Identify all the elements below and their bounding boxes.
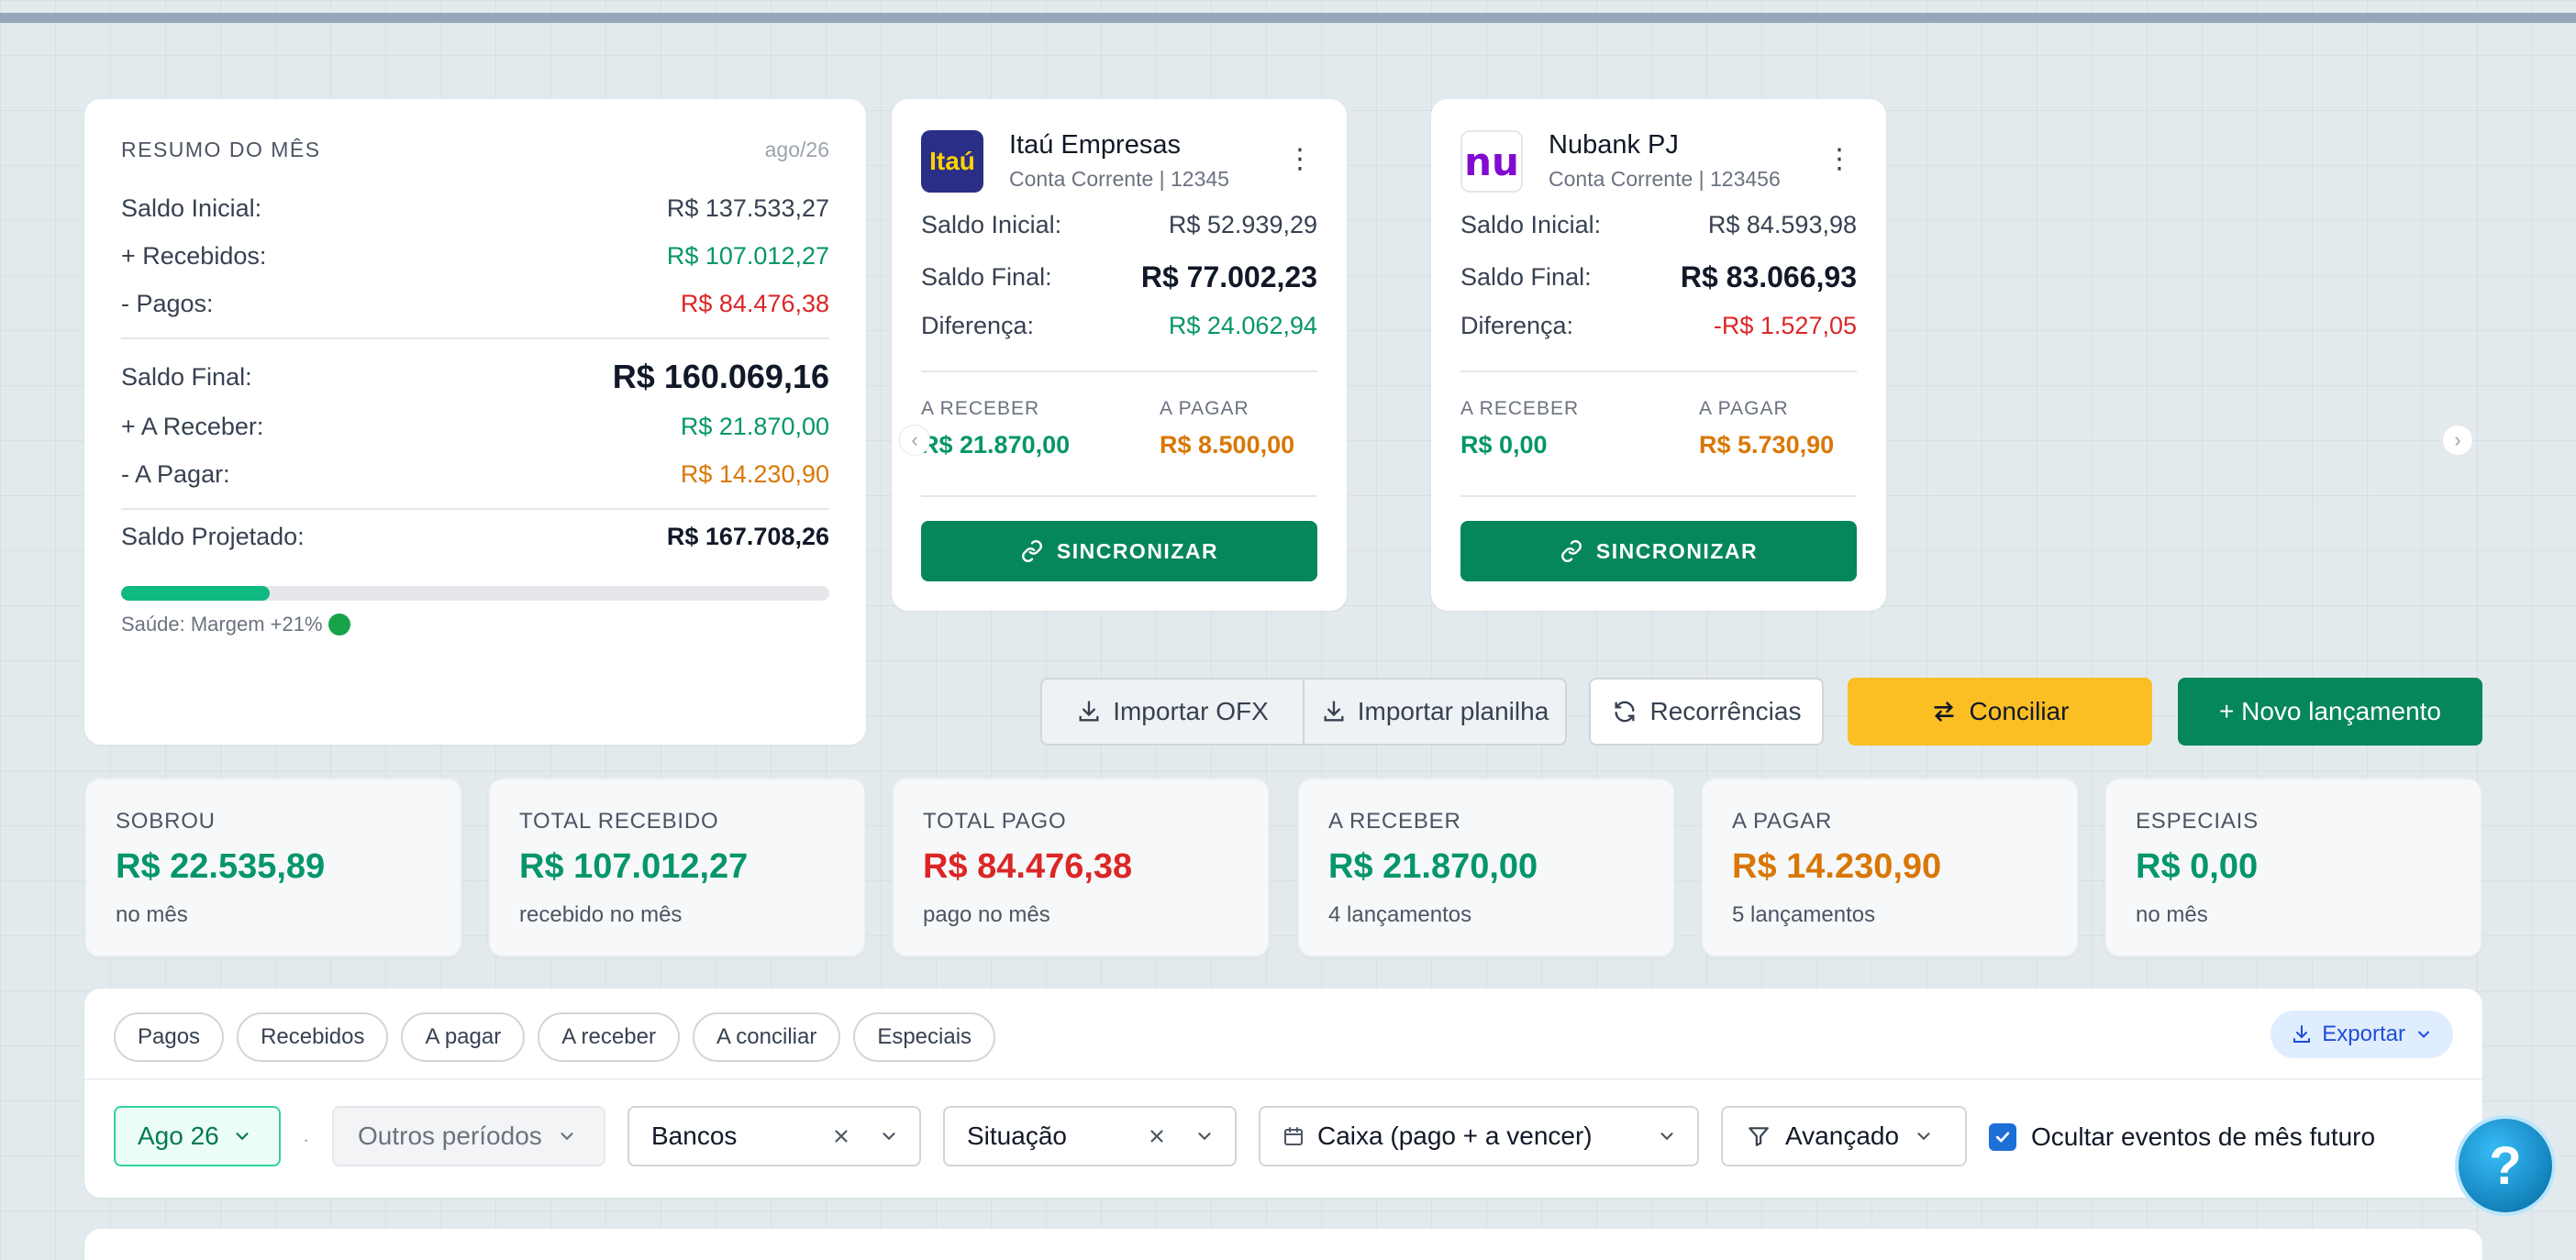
chip-received[interactable]: Recebidos	[237, 1012, 389, 1062]
bank-final-balance: Saldo Final: R$ 83.066,93	[1460, 260, 1857, 293]
cash-mode-select[interactable]: Caixa (pago + a vencer)	[1259, 1106, 1699, 1166]
chip-to-pay[interactable]: A pagar	[401, 1012, 526, 1062]
bank-difference: Diferença: -R$ 1.527,05	[1460, 312, 1857, 339]
chevron-down-icon	[232, 1126, 252, 1146]
link-icon	[1020, 539, 1044, 563]
checkbox-checked-icon[interactable]	[1989, 1123, 2016, 1151]
filter-icon	[1747, 1124, 1771, 1148]
help-button[interactable]: ?	[2455, 1115, 2556, 1216]
bank-account: Conta Corrente | 12345	[1009, 167, 1229, 191]
summary-row-to-pay: - A Pagar: R$ 14.230,90	[121, 460, 829, 488]
period-select[interactable]: Ago 26	[114, 1106, 281, 1166]
bank-card-nubank: nu Nubank PJ Conta Corrente | 123456 ⋮ S…	[1431, 99, 1886, 611]
clear-icon[interactable]	[1147, 1126, 1167, 1146]
clear-icon[interactable]	[831, 1126, 851, 1146]
bank-difference: Diferença: R$ 24.062,94	[921, 312, 1317, 339]
health-progress-fill	[121, 586, 271, 601]
bank-to-pay: A PAGAR R$ 5.730,90	[1699, 398, 1835, 459]
stat-card-total-received: TOTAL RECEBIDO R$ 107.012,27 recebido no…	[488, 778, 866, 957]
bank-to-receive: A RECEBER R$ 0,00	[1460, 398, 1580, 459]
bank-name: Nubank PJ	[1549, 130, 1679, 160]
export-button[interactable]: Exportar	[2271, 1011, 2453, 1058]
reconcile-button[interactable]: Conciliar	[1848, 678, 2152, 746]
itau-logo: Itaú	[921, 130, 983, 193]
new-entry-button[interactable]: + Novo lançamento	[2178, 678, 2482, 746]
chevron-down-icon	[557, 1126, 577, 1146]
chevron-down-icon	[1914, 1126, 1934, 1146]
refresh-icon	[1612, 699, 1638, 724]
stat-card-total-paid: TOTAL PAGO R$ 84.476,38 pago no mês	[892, 778, 1270, 957]
summary-row-to-receive: + A Receber: R$ 21.870,00	[121, 413, 829, 440]
carousel-prev-button[interactable]: ‹	[899, 425, 930, 456]
download-icon	[1321, 699, 1347, 724]
other-periods-select[interactable]: Outros períodos	[332, 1106, 605, 1166]
bank-divider	[921, 495, 1317, 497]
health-status: Saúde: Margem +21%	[121, 613, 350, 636]
bank-final-balance: Saldo Final: R$ 77.002,23	[921, 260, 1317, 293]
summary-divider	[121, 337, 829, 339]
bank-to-receive: A RECEBER R$ 21.870,00	[921, 398, 1071, 459]
health-indicator-icon	[328, 613, 350, 636]
advanced-filter-button[interactable]: Avançado	[1721, 1106, 1967, 1166]
sync-button-nubank[interactable]: SINCRONIZAR	[1460, 521, 1857, 581]
stat-card-special: ESPECIAIS R$ 0,00 no mês	[2104, 778, 2482, 957]
import-button-group: Importar OFX Importar planilha	[1040, 678, 1567, 746]
chip-paid[interactable]: Pagos	[114, 1012, 225, 1062]
bank-account: Conta Corrente | 123456	[1549, 167, 1781, 191]
transactions-table	[84, 1229, 2482, 1260]
chip-to-receive[interactable]: A receber	[538, 1012, 680, 1062]
banks-select[interactable]: Bancos	[627, 1106, 921, 1166]
drag-handle-icon[interactable]: ⋮	[1286, 146, 1314, 173]
summary-row-initial: Saldo Inicial: R$ 137.533,27	[121, 194, 829, 222]
link-icon	[1560, 539, 1583, 563]
summary-divider	[121, 508, 829, 510]
chevron-down-icon	[2415, 1025, 2433, 1044]
summary-row-paid: - Pagos: R$ 84.476,38	[121, 290, 829, 317]
download-icon	[2291, 1023, 2313, 1045]
summary-row-final: Saldo Final: R$ 160.069,16	[121, 358, 829, 395]
chevron-down-icon	[1194, 1126, 1215, 1146]
summary-row-received: + Recebidos: R$ 107.012,27	[121, 242, 829, 270]
nubank-logo: nu	[1460, 130, 1523, 193]
drag-handle-icon[interactable]: ⋮	[1826, 146, 1853, 173]
top-bar	[0, 13, 2576, 23]
summary-period: ago/26	[764, 138, 829, 161]
download-icon	[1076, 699, 1102, 724]
bank-initial-balance: Saldo Inicial: R$ 52.939,29	[921, 211, 1317, 238]
chevron-down-icon	[1657, 1126, 1677, 1146]
health-progress-bar	[121, 586, 829, 601]
import-sheet-button[interactable]: Importar planilha	[1303, 680, 1565, 744]
stat-card-surplus: SOBROU R$ 22.535,89 no mês	[84, 778, 462, 957]
calendar-icon	[1282, 1125, 1305, 1147]
chevron-down-icon	[879, 1126, 899, 1146]
summary-row-projected: Saldo Projetado: R$ 167.708,26	[121, 523, 829, 550]
summary-title: RESUMO DO MÊS	[121, 138, 321, 161]
swap-arrows-icon	[1931, 699, 1957, 724]
chip-special[interactable]: Especiais	[853, 1012, 996, 1062]
import-ofx-button[interactable]: Importar OFX	[1042, 680, 1303, 744]
carousel-next-button[interactable]: ›	[2442, 425, 2473, 456]
bank-name: Itaú Empresas	[1009, 130, 1181, 160]
bank-divider	[921, 370, 1317, 372]
hide-future-events-checkbox[interactable]: Ocultar eventos de mês futuro	[1989, 1122, 2375, 1152]
stat-card-to-pay: A PAGAR R$ 14.230,90 5 lançamentos	[1701, 778, 2079, 957]
recurrences-button[interactable]: Recorrências	[1589, 678, 1824, 746]
separator-dot: ·	[303, 1128, 310, 1151]
chip-to-reconcile[interactable]: A conciliar	[692, 1012, 841, 1062]
question-mark-icon: ?	[2489, 1135, 2522, 1196]
stat-card-to-receive: A RECEBER R$ 21.870,00 4 lançamentos	[1297, 778, 1675, 957]
bank-divider	[1460, 495, 1857, 497]
bank-to-pay: A PAGAR R$ 8.500,00	[1160, 398, 1295, 459]
status-select[interactable]: Situação	[943, 1106, 1237, 1166]
quick-filter-chips: Pagos Recebidos A pagar A receber A conc…	[114, 1012, 996, 1062]
month-summary-card: RESUMO DO MÊS ago/26 Saldo Inicial: R$ 1…	[84, 99, 866, 745]
filter-divider	[84, 1078, 2482, 1080]
bank-initial-balance: Saldo Inicial: R$ 84.593,98	[1460, 211, 1857, 238]
bank-divider	[1460, 370, 1857, 372]
sync-button-itau[interactable]: SINCRONIZAR	[921, 521, 1317, 581]
filter-panel: Pagos Recebidos A pagar A receber A conc…	[84, 989, 2482, 1198]
bank-card-itau: Itaú Itaú Empresas Conta Corrente | 1234…	[892, 99, 1347, 611]
